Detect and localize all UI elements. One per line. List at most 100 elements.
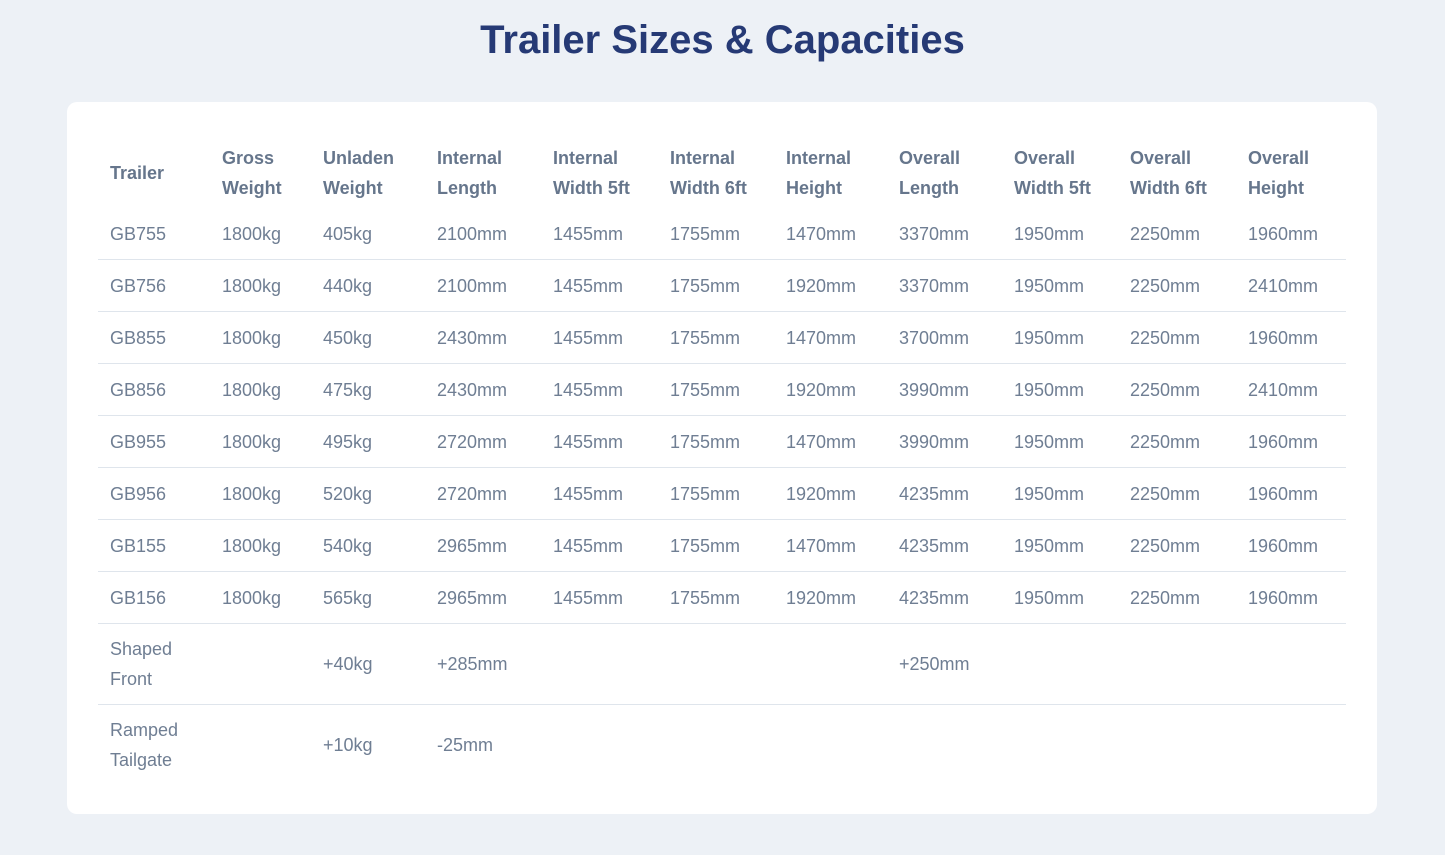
table-cell: GB155 bbox=[98, 519, 210, 572]
table-cell: 1960mm bbox=[1236, 571, 1346, 624]
table-row: GB855 1800kg 450kg 2430mm 1455mm 1755mm … bbox=[98, 311, 1346, 364]
table-cell: GB955 bbox=[98, 415, 210, 468]
table-cell: 4235mm bbox=[887, 571, 1002, 624]
table-cell bbox=[1236, 623, 1346, 705]
table-cell: 2250mm bbox=[1118, 363, 1236, 416]
table-cell: 1455mm bbox=[541, 311, 658, 364]
table-cell: +40kg bbox=[311, 623, 425, 705]
table-cell: 1950mm bbox=[1002, 467, 1118, 520]
table-cell: 2965mm bbox=[425, 519, 541, 572]
table-cell: 1920mm bbox=[774, 363, 887, 416]
table-cell: 1455mm bbox=[541, 363, 658, 416]
table-cell: 2250mm bbox=[1118, 571, 1236, 624]
table-cell: GB755 bbox=[98, 208, 210, 260]
table-cell: 2965mm bbox=[425, 571, 541, 624]
column-header-overall-width-6ft: Overall Width 6ft bbox=[1130, 148, 1207, 198]
table-cell: 2250mm bbox=[1118, 467, 1236, 520]
table-cell: GB856 bbox=[98, 363, 210, 416]
table-cell: 1950mm bbox=[1002, 363, 1118, 416]
table-cell: 1455mm bbox=[541, 571, 658, 624]
table-cell: 1470mm bbox=[774, 415, 887, 468]
table-cell: 1800kg bbox=[210, 415, 311, 468]
column-header-trailer: Trailer bbox=[110, 163, 165, 183]
table-cell: 2410mm bbox=[1236, 363, 1346, 416]
table-cell bbox=[1118, 705, 1236, 786]
table-cell: 1470mm bbox=[774, 208, 887, 260]
table-cell: 1470mm bbox=[774, 519, 887, 572]
table-cell: 1950mm bbox=[1002, 208, 1118, 260]
table-cell bbox=[774, 705, 887, 786]
trailer-specs-table: Trailer Gross Weight Unladen Weight Inte… bbox=[98, 138, 1346, 785]
column-header-internal-length: Internal Length bbox=[437, 148, 503, 198]
table-cell: 495kg bbox=[311, 415, 425, 468]
table-cell: 2250mm bbox=[1118, 208, 1236, 260]
table-cell: 1920mm bbox=[774, 467, 887, 520]
table-cell: 1800kg bbox=[210, 259, 311, 312]
column-header-overall-width-5ft: Overall Width 5ft bbox=[1014, 148, 1091, 198]
table-cell: 2720mm bbox=[425, 415, 541, 468]
table-cell: 1470mm bbox=[774, 311, 887, 364]
table-cell: 1950mm bbox=[1002, 571, 1118, 624]
table-cell bbox=[210, 623, 311, 705]
table-cell: 2250mm bbox=[1118, 519, 1236, 572]
table-cell: +10kg bbox=[323, 735, 373, 755]
table-cell: 1755mm bbox=[658, 208, 774, 260]
table-cell: 1800kg bbox=[210, 571, 311, 624]
column-header-internal-width-5ft: Internal Width 5ft bbox=[553, 148, 630, 198]
table-row: GB856 1800kg 475kg 2430mm 1455mm 1755mm … bbox=[98, 363, 1346, 416]
table-cell: 1960mm bbox=[1236, 467, 1346, 520]
table-cell bbox=[1002, 705, 1118, 786]
column-header-overall-length: Overall Length bbox=[899, 148, 961, 198]
column-header-unladen-weight: Unladen Weight bbox=[323, 148, 395, 198]
table-cell bbox=[541, 705, 658, 786]
table-cell bbox=[658, 705, 774, 786]
table-cell: 405kg bbox=[311, 208, 425, 260]
table-row: Ramped Tailgate +10kg -25mm bbox=[98, 705, 1346, 786]
table-header-row: Trailer Gross Weight Unladen Weight Inte… bbox=[98, 138, 1346, 208]
table-cell: 1800kg bbox=[210, 311, 311, 364]
table-cell: 1755mm bbox=[658, 259, 774, 312]
table-cell: 1755mm bbox=[658, 415, 774, 468]
table-cell: 1950mm bbox=[1002, 259, 1118, 312]
table-cell: 450kg bbox=[311, 311, 425, 364]
table-cell: 1755mm bbox=[658, 519, 774, 572]
specs-card: Trailer Gross Weight Unladen Weight Inte… bbox=[67, 102, 1377, 814]
table-cell: 1960mm bbox=[1236, 519, 1346, 572]
table-cell: 475kg bbox=[311, 363, 425, 416]
table-cell: 1755mm bbox=[658, 363, 774, 416]
table-cell: 2430mm bbox=[425, 363, 541, 416]
table-cell: 1960mm bbox=[1236, 208, 1346, 260]
table-cell: 1960mm bbox=[1236, 311, 1346, 364]
table-cell: 440kg bbox=[311, 259, 425, 312]
table-cell: 1920mm bbox=[774, 571, 887, 624]
table-cell: 1755mm bbox=[658, 311, 774, 364]
table-cell: 3700mm bbox=[887, 311, 1002, 364]
page-title: Trailer Sizes & Capacities bbox=[480, 18, 965, 62]
table-cell: 2720mm bbox=[425, 467, 541, 520]
table-cell bbox=[1118, 623, 1236, 705]
table-cell bbox=[210, 705, 311, 786]
column-header-gross-weight: Gross Weight bbox=[222, 148, 282, 198]
table-cell: +250mm bbox=[887, 623, 1002, 705]
table-cell: 1800kg bbox=[210, 467, 311, 520]
table-cell: 2410mm bbox=[1236, 259, 1346, 312]
table-cell: GB855 bbox=[98, 311, 210, 364]
table-cell: 2250mm bbox=[1118, 415, 1236, 468]
table-cell: 3990mm bbox=[887, 415, 1002, 468]
column-header-internal-width-6ft: Internal Width 6ft bbox=[670, 148, 747, 198]
table-row: GB756 1800kg 440kg 2100mm 1455mm 1755mm … bbox=[98, 259, 1346, 312]
table-row: GB956 1800kg 520kg 2720mm 1455mm 1755mm … bbox=[98, 467, 1346, 520]
table-cell: 520kg bbox=[311, 467, 425, 520]
table-cell bbox=[774, 623, 887, 705]
table-cell: 1950mm bbox=[1002, 415, 1118, 468]
table-cell: 1800kg bbox=[210, 363, 311, 416]
table-row: GB156 1800kg 565kg 2965mm 1455mm 1755mm … bbox=[98, 571, 1346, 624]
table-cell: 3990mm bbox=[887, 363, 1002, 416]
table-cell: 1755mm bbox=[658, 571, 774, 624]
table-cell bbox=[1002, 623, 1118, 705]
table-cell: GB756 bbox=[98, 259, 210, 312]
table-cell: 1455mm bbox=[541, 415, 658, 468]
table-row: GB155 1800kg 540kg 2965mm 1455mm 1755mm … bbox=[98, 519, 1346, 572]
table-cell: 2100mm bbox=[425, 208, 541, 260]
table-cell: 4235mm bbox=[887, 467, 1002, 520]
